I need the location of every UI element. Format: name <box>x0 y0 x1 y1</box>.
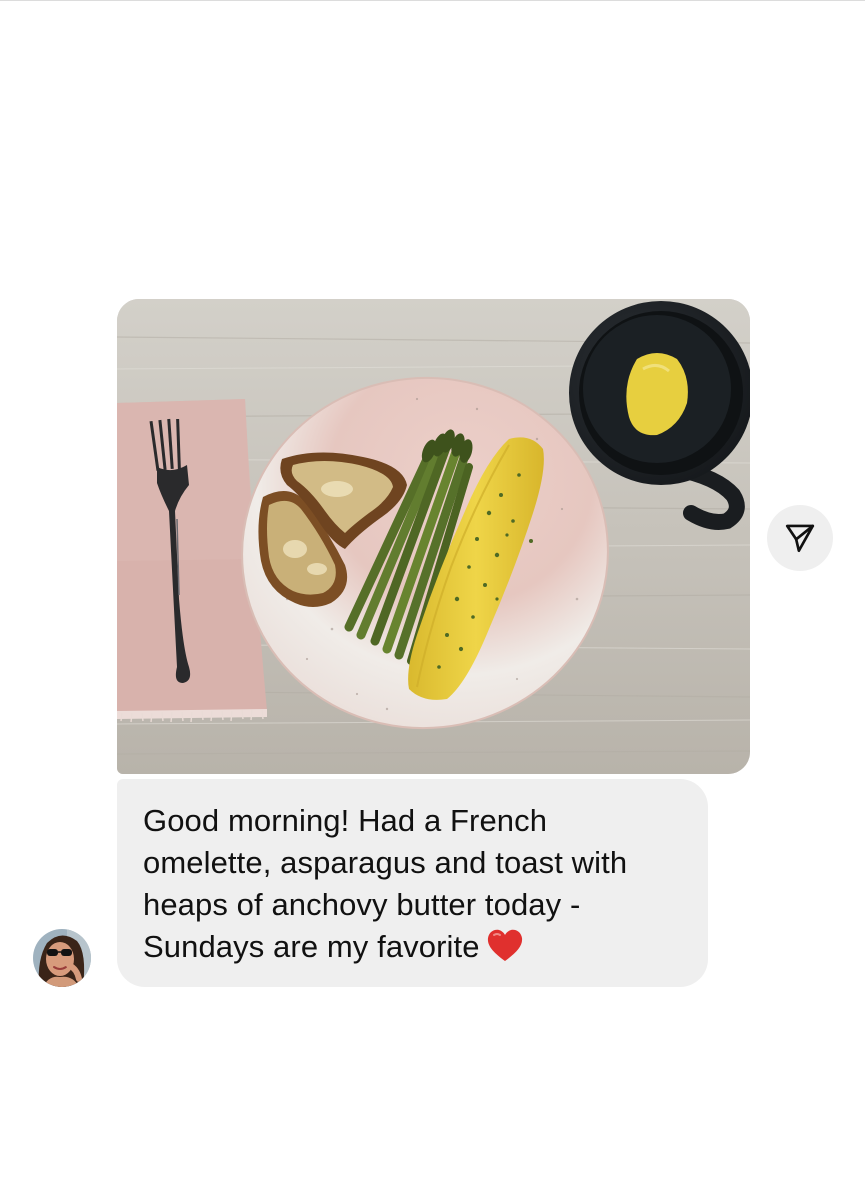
avatar-photo <box>33 929 91 987</box>
photo-message[interactable] <box>117 299 750 774</box>
heart-icon <box>486 929 524 974</box>
send-icon <box>785 524 815 553</box>
chat-screen: Good morning! Had a French omelette, asp… <box>0 0 865 1200</box>
share-button[interactable] <box>767 505 833 571</box>
avatar[interactable] <box>33 929 91 987</box>
message-text: Good morning! Had a French omelette, asp… <box>143 803 628 964</box>
breakfast-photo <box>117 299 750 774</box>
text-message-bubble[interactable]: Good morning! Had a French omelette, asp… <box>117 779 708 987</box>
